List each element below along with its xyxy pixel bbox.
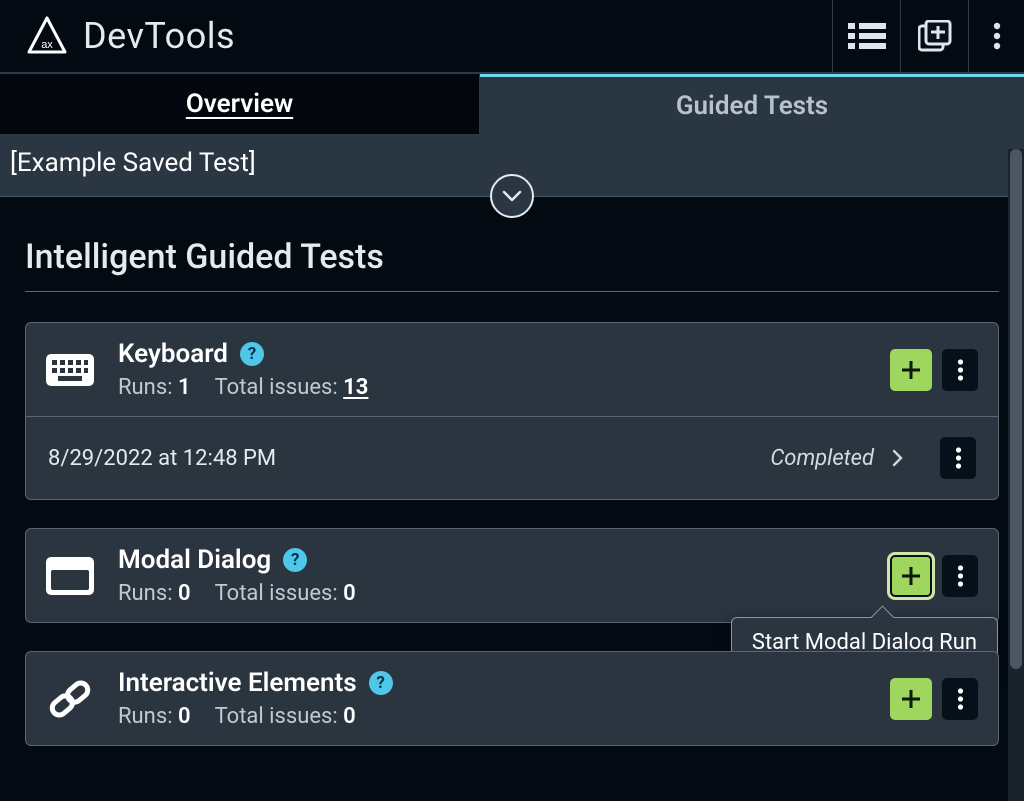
tab-guided-tests-label: Guided Tests bbox=[676, 91, 828, 121]
kebab-icon bbox=[957, 358, 964, 382]
test-title: Interactive Elements bbox=[118, 668, 357, 698]
test-card-interactive-elements: Interactive Elements ? Runs: 0 Total iss… bbox=[25, 651, 999, 746]
issues-value: 0 bbox=[343, 581, 356, 606]
kebab-icon bbox=[957, 687, 964, 711]
run-row[interactable]: 8/29/2022 at 12:48 PM Completed bbox=[26, 416, 998, 499]
list-view-button[interactable] bbox=[832, 0, 900, 72]
content: Intelligent Guided Tests bbox=[0, 197, 1024, 746]
tabs: Overview Guided Tests bbox=[0, 74, 1024, 134]
runs-value: 1 bbox=[178, 375, 191, 400]
issues-label: Total issues: bbox=[215, 704, 338, 729]
run-status: Completed bbox=[770, 446, 874, 471]
section-title: Intelligent Guided Tests bbox=[25, 237, 999, 292]
help-icon[interactable]: ? bbox=[369, 671, 393, 695]
more-menu-button[interactable] bbox=[968, 0, 1024, 72]
help-icon[interactable]: ? bbox=[240, 342, 264, 366]
chevron-right-icon bbox=[892, 449, 904, 467]
plus-icon bbox=[900, 565, 922, 587]
runs-label: Runs: bbox=[118, 375, 173, 400]
runs-value: 0 bbox=[178, 704, 191, 729]
test-title: Keyboard bbox=[118, 339, 228, 369]
test-title: Modal Dialog bbox=[118, 545, 271, 575]
run-timestamp: 8/29/2022 at 12:48 PM bbox=[48, 446, 752, 471]
issues-label: Total issues: bbox=[215, 375, 338, 400]
axe-logo-icon: ax bbox=[25, 16, 69, 56]
runs-group: Runs: 1 bbox=[118, 375, 191, 400]
brand: ax DevTools bbox=[25, 15, 235, 57]
card-menu-button[interactable] bbox=[942, 349, 978, 391]
svg-text:ax: ax bbox=[41, 39, 53, 51]
add-panel-button[interactable] bbox=[900, 0, 968, 72]
runs-group: Runs: 0 bbox=[118, 704, 191, 729]
runs-group: Runs: 0 bbox=[118, 581, 191, 606]
start-run-button[interactable] bbox=[890, 349, 932, 391]
plus-icon bbox=[900, 688, 922, 710]
add-panel-icon bbox=[918, 20, 952, 52]
top-bar: ax DevTools bbox=[0, 0, 1024, 74]
card-menu-button[interactable] bbox=[942, 678, 978, 720]
card-menu-button[interactable] bbox=[942, 555, 978, 597]
collapse-toggle[interactable] bbox=[490, 174, 534, 218]
run-menu-button[interactable] bbox=[940, 437, 976, 479]
runs-label: Runs: bbox=[118, 581, 173, 606]
saved-test-name: [Example Saved Test] bbox=[10, 148, 256, 178]
start-run-button[interactable] bbox=[890, 678, 932, 720]
product-name: DevTools bbox=[83, 15, 235, 57]
issues-value-link[interactable]: 13 bbox=[343, 375, 368, 400]
runs-label: Runs: bbox=[118, 704, 173, 729]
test-card-modal-dialog: Modal Dialog ? Runs: 0 Total issues: 0 bbox=[25, 528, 999, 623]
chevron-down-icon bbox=[502, 189, 522, 203]
kebab-icon bbox=[955, 446, 962, 470]
test-card-keyboard: Keyboard ? Runs: 1 Total issues: 13 bbox=[25, 322, 999, 500]
start-run-button[interactable] bbox=[890, 555, 932, 597]
link-chain-icon bbox=[44, 678, 96, 720]
scrollbar[interactable] bbox=[1008, 149, 1024, 801]
topbar-actions bbox=[832, 0, 1024, 72]
keyboard-icon bbox=[44, 354, 96, 386]
issues-group: Total issues: 0 bbox=[215, 581, 356, 606]
modal-dialog-icon bbox=[44, 557, 96, 595]
issues-group: Total issues: 0 bbox=[215, 704, 356, 729]
issues-value: 0 bbox=[343, 704, 356, 729]
tab-overview-label: Overview bbox=[186, 89, 293, 119]
tab-overview[interactable]: Overview bbox=[0, 74, 480, 134]
help-icon[interactable]: ? bbox=[283, 548, 307, 572]
runs-value: 0 bbox=[178, 581, 191, 606]
kebab-icon bbox=[957, 564, 964, 588]
list-icon bbox=[848, 21, 886, 51]
plus-icon bbox=[900, 359, 922, 381]
issues-label: Total issues: bbox=[215, 581, 338, 606]
issues-group: Total issues: 13 bbox=[215, 375, 369, 400]
kebab-icon bbox=[993, 22, 1001, 50]
tab-guided-tests[interactable]: Guided Tests bbox=[480, 74, 1024, 134]
saved-test-subheader: [Example Saved Test] bbox=[0, 134, 1024, 197]
scrollbar-thumb[interactable] bbox=[1010, 149, 1022, 669]
